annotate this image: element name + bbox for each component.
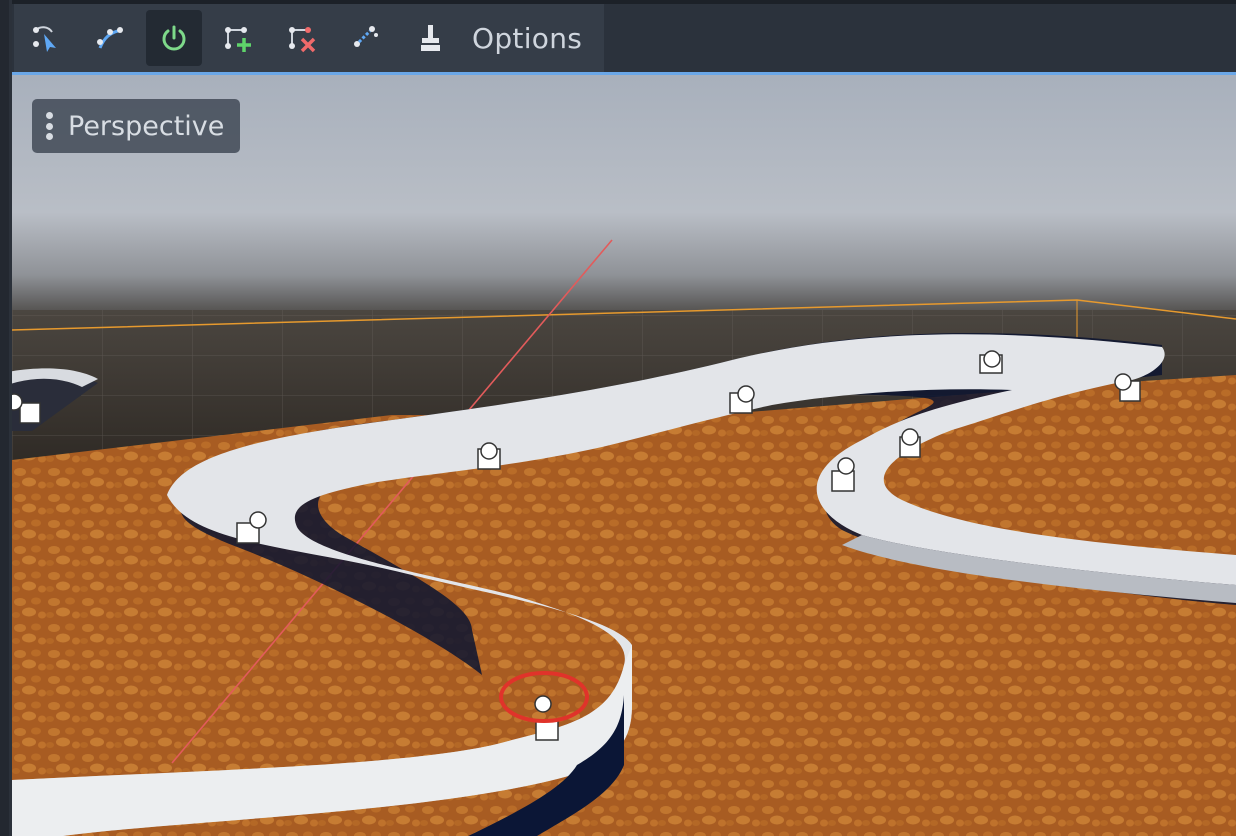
perspective-menu-button[interactable]: Perspective	[32, 99, 240, 153]
terrain	[12, 375, 1236, 836]
select-points-button[interactable]	[18, 10, 74, 66]
power-icon	[162, 25, 186, 51]
left-dock-edge	[0, 0, 12, 836]
3d-viewport[interactable]: Perspective	[12, 72, 1236, 836]
select-control-points-button[interactable]	[82, 10, 138, 66]
perspective-label: Perspective	[68, 110, 225, 142]
curve-point[interactable]	[899, 428, 921, 458]
curve-point[interactable]	[979, 350, 1003, 374]
viewport-scene[interactable]	[12, 75, 1236, 836]
kebab-menu-icon	[46, 112, 54, 140]
options-menu[interactable]: Options	[472, 22, 582, 55]
clear-points-button[interactable]	[402, 10, 458, 66]
close-path-button[interactable]	[338, 10, 394, 66]
curve-add-point-icon	[225, 27, 251, 52]
curve-control-icon	[97, 27, 123, 49]
path-toolbar: Options	[14, 4, 604, 72]
broom-icon	[421, 25, 440, 51]
add-point-button[interactable]	[210, 10, 266, 66]
curve-close-icon	[354, 26, 378, 47]
curve-delete-point-icon	[289, 27, 316, 53]
delete-point-button[interactable]	[274, 10, 330, 66]
close-curve-button[interactable]	[146, 10, 202, 66]
curve-select-icon	[33, 26, 56, 52]
curve-point[interactable]	[477, 442, 501, 470]
